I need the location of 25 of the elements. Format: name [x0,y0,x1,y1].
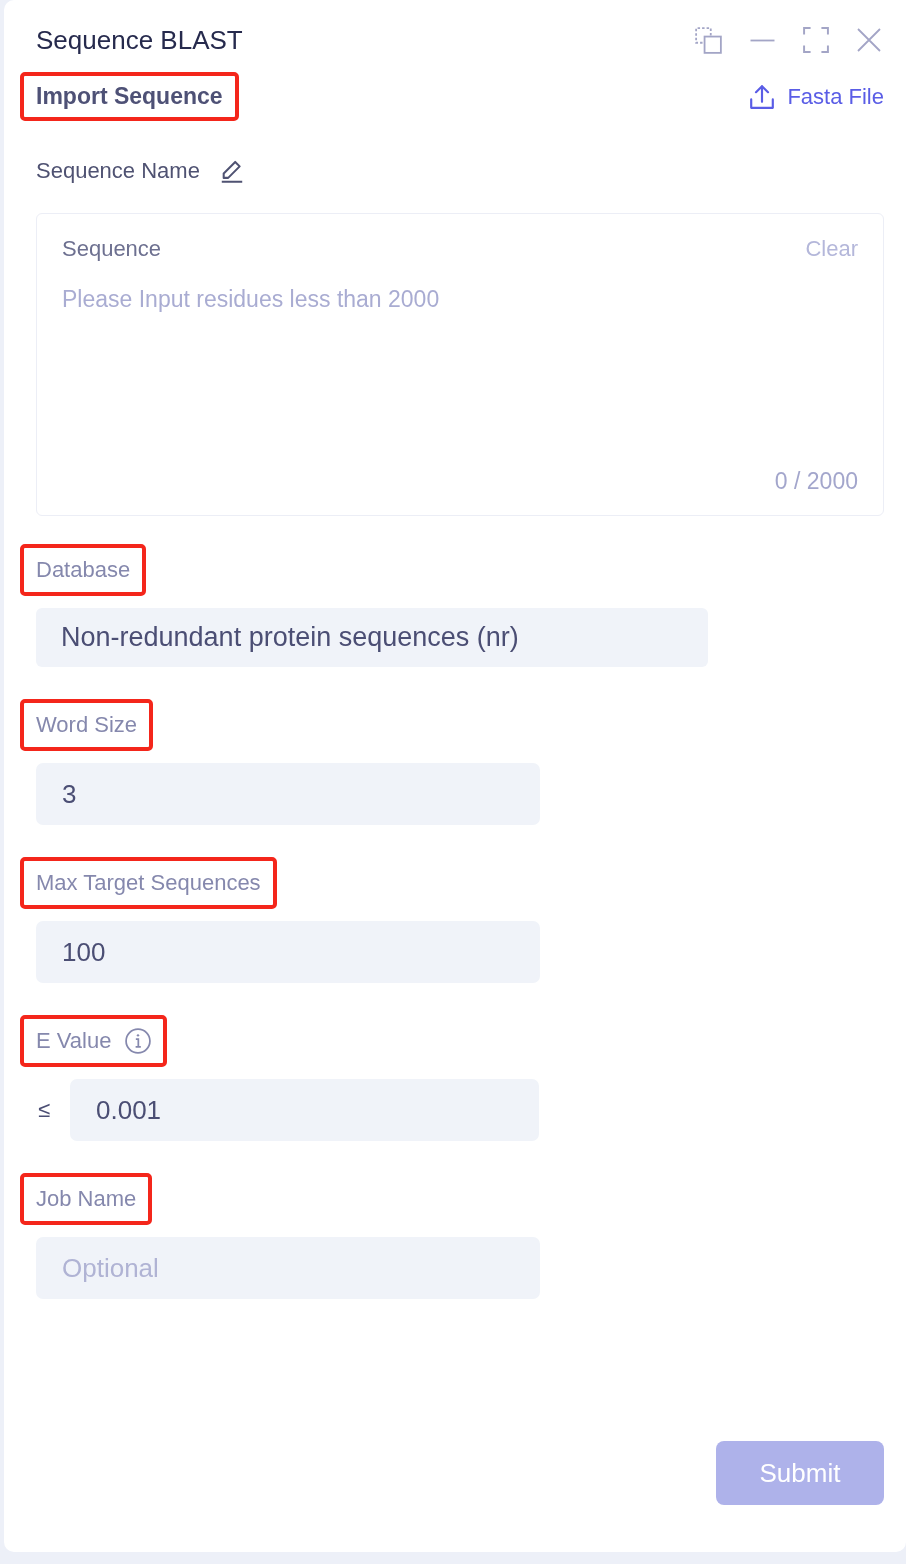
input-field[interactable]: 3 [36,763,540,825]
database-select[interactable]: Non-redundant protein sequences (nr) [36,608,708,667]
field-label: E Value [36,1027,112,1055]
upload-icon [750,84,775,109]
input-field[interactable]: 100 [36,921,540,983]
close-icon[interactable] [857,28,881,52]
sequence-label: Sequence [62,235,162,263]
field-label: Max Target Sequences [36,869,261,897]
sequence-input[interactable]: Please Input residues less than 2000 [62,285,858,467]
sequence-name-label: Sequence Name [36,157,200,185]
window-title: Sequence BLAST [36,24,243,56]
input-field[interactable]: Optional [36,1237,540,1299]
edit-icon[interactable] [219,159,244,183]
character-counter: 0 / 2000 [774,467,858,495]
field-label: Database [36,556,131,584]
restore-icon[interactable] [695,26,722,54]
section-title: Import Sequence [36,82,223,111]
info-icon[interactable] [125,1028,152,1054]
fasta-file-button[interactable]: Fasta File [750,82,884,111]
field-label: Word Size [36,711,138,739]
minimize-icon[interactable] [750,38,775,42]
comparison-sign: ≤ [38,1096,52,1124]
input-field[interactable]: 0.001 [70,1079,539,1141]
field-label: Job Name [36,1185,137,1213]
maximize-icon[interactable] [803,27,829,53]
